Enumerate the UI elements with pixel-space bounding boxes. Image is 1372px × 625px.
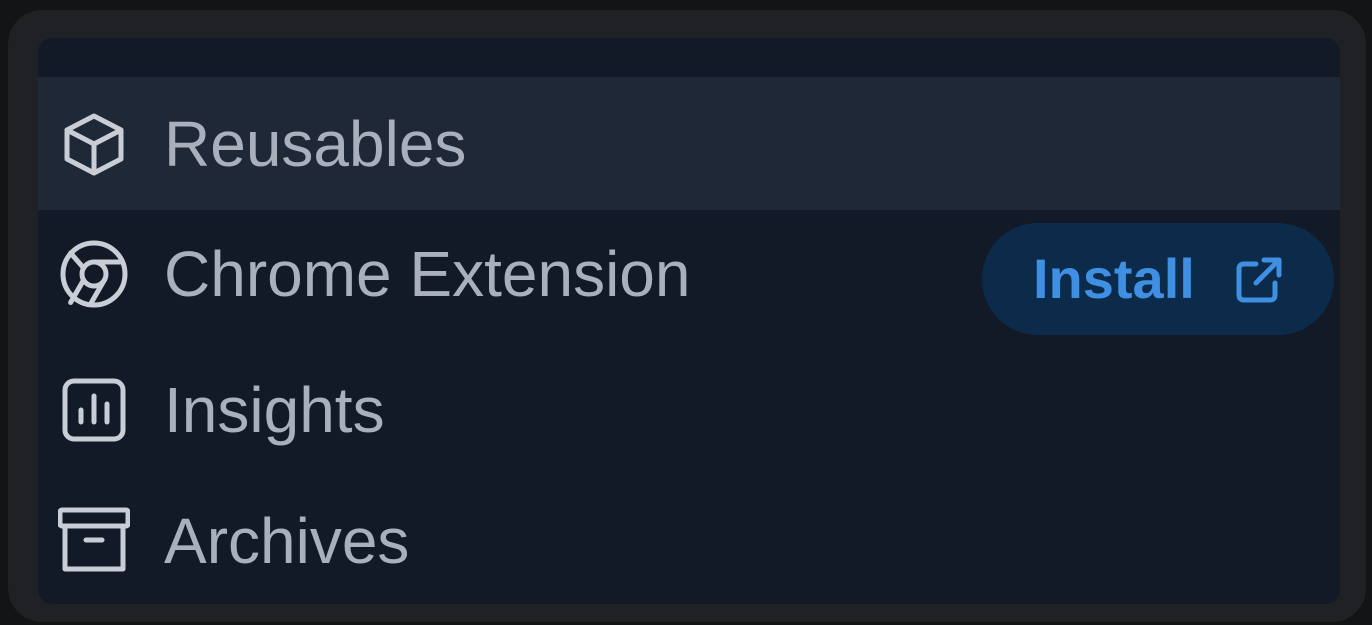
popup-frame: Reusables Chrome Extension Install Insig… [8,10,1366,622]
external-link-icon [1234,255,1284,305]
chrome-icon [58,238,130,310]
menu-item-insights[interactable]: Insights [38,343,1340,477]
menu-item-label: Reusables [164,107,467,180]
menu-item-label: Archives [164,505,410,577]
install-button[interactable]: Install [982,223,1334,335]
menu-item-reusables[interactable]: Reusables [38,77,1340,210]
menu-panel: Reusables Chrome Extension Install Insig… [38,38,1340,604]
chart-icon [58,374,130,446]
menu-item-chrome-extension[interactable]: Chrome Extension Install [38,210,1340,338]
install-label: Install [1033,247,1195,310]
archive-icon [58,505,130,577]
cube-icon [58,108,130,180]
menu-item-label: Insights [164,374,385,446]
menu-item-archives[interactable]: Archives [38,478,1340,604]
menu-item-label: Chrome Extension [164,238,691,310]
